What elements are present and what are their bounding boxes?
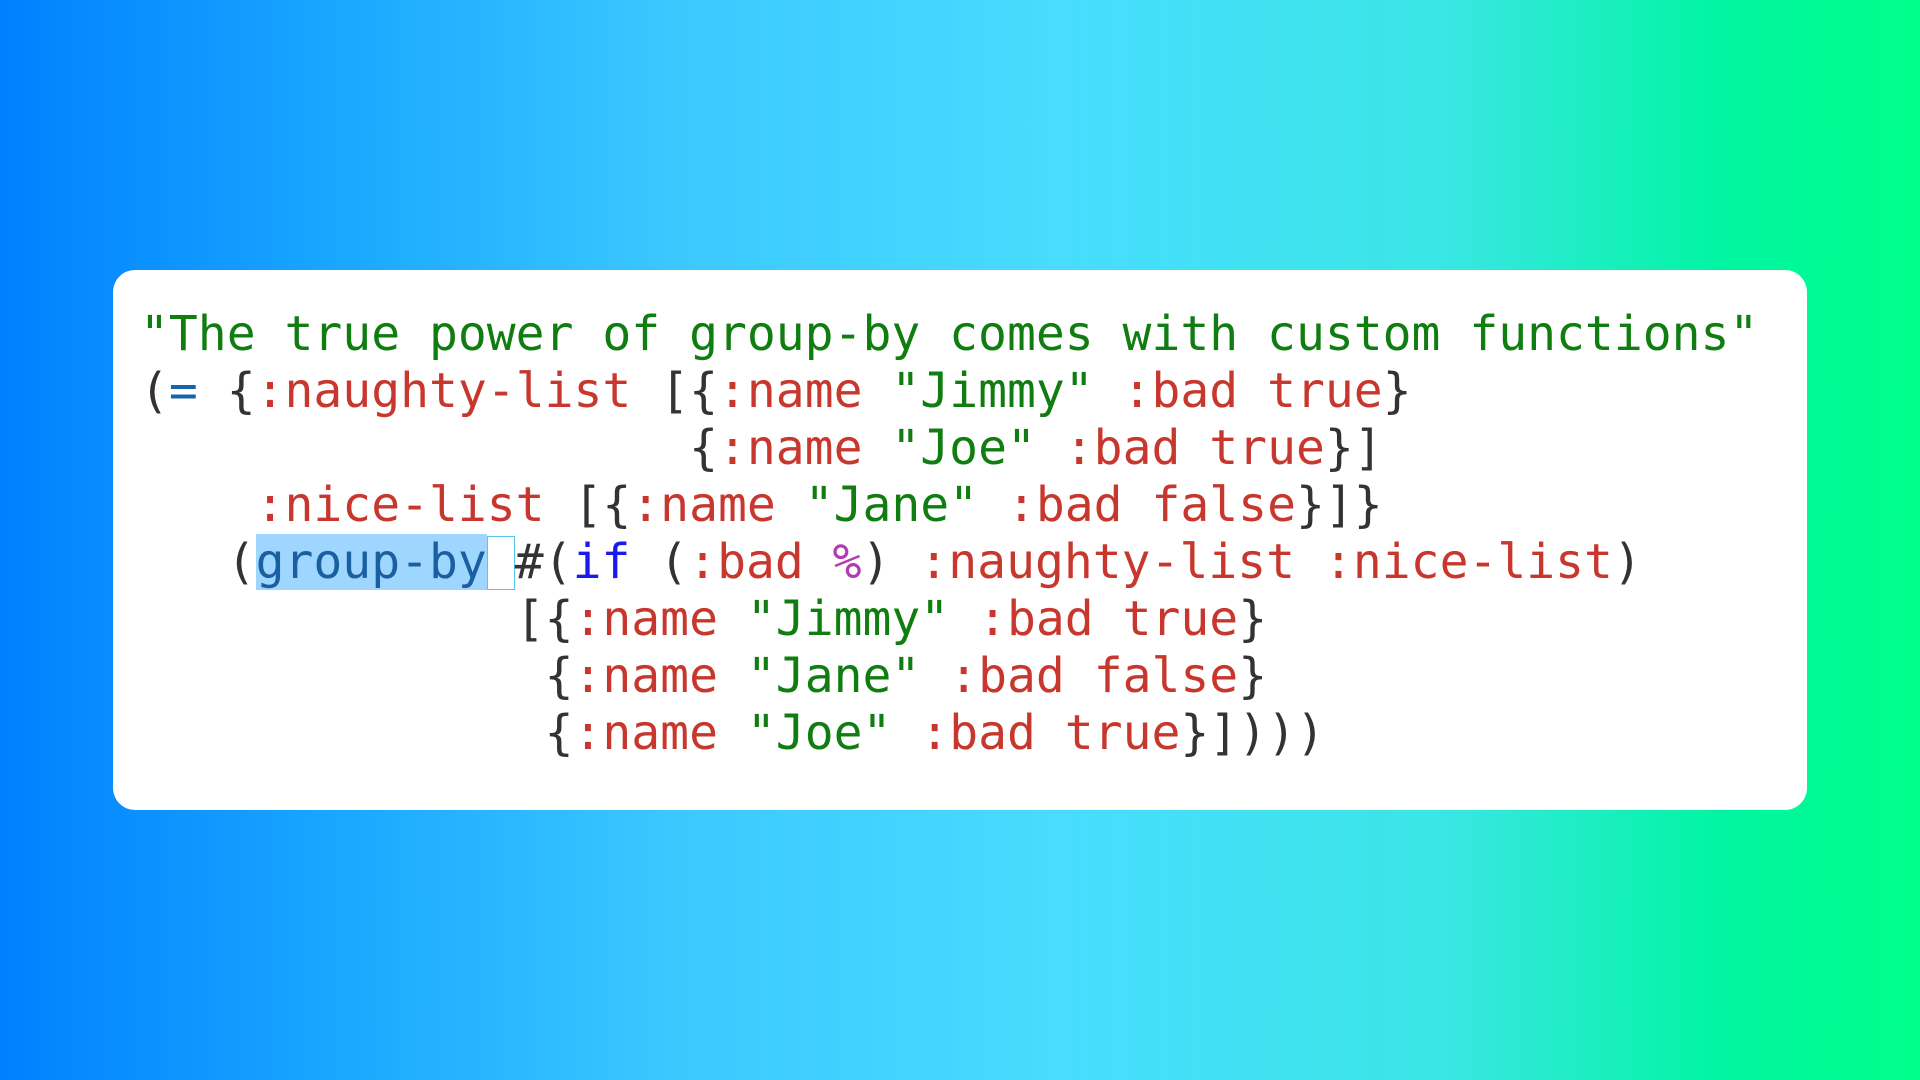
code-token: true — [1209, 420, 1325, 476]
code-line: [{:name "Jimmy" :bad true} — [140, 591, 1807, 648]
code-token: :name — [718, 363, 863, 419]
code-token: }]} — [1295, 477, 1383, 533]
code-line: (group-by #(if (:bad %) :naughty-list :ni… — [140, 534, 1807, 591]
code-token: :name — [631, 477, 776, 533]
code-token: [{ — [544, 477, 632, 533]
code-token: :name — [573, 705, 718, 761]
code-token: } — [1238, 648, 1268, 704]
code-token: "Jimmy" — [891, 363, 1094, 419]
code-token: ( — [140, 534, 256, 590]
code-token: :bad — [688, 534, 804, 590]
code-token: :name — [573, 648, 718, 704]
code-token: :nice-list — [1323, 534, 1613, 590]
code-token: { — [140, 420, 718, 476]
code-token: :bad — [978, 591, 1094, 647]
code-line: {:name "Joe" :bad true}] — [140, 420, 1807, 477]
code-editor[interactable]: "The true power of group-by comes with c… — [140, 306, 1807, 762]
code-token: true — [1267, 363, 1383, 419]
code-token: :name — [573, 591, 718, 647]
code-token: "Joe" — [891, 420, 1036, 476]
code-token: :naughty-list — [255, 363, 632, 419]
code-token: { — [140, 705, 574, 761]
code-token: "Jane" — [804, 477, 979, 533]
code-line: {:name "Joe" :bad true}]))) — [140, 705, 1807, 762]
code-token: ) — [861, 534, 920, 590]
code-token: :bad — [1122, 363, 1239, 419]
selected-text[interactable]: group-by — [255, 534, 487, 590]
code-token: "The true power of group-by comes with c… — [140, 306, 1759, 362]
code-token: [{ — [631, 363, 718, 419]
code-token: false — [1151, 477, 1296, 533]
code-token: { — [197, 363, 256, 419]
code-token: :naughty-list — [919, 534, 1296, 590]
code-token: "Jimmy" — [746, 591, 950, 647]
code-token: :nice-list — [255, 477, 545, 533]
code-token: "Joe" — [746, 705, 892, 761]
code-token: if — [572, 534, 631, 590]
code-token: #( — [514, 534, 573, 590]
code-line: :nice-list [{:name "Jane" :bad false}]} — [140, 477, 1807, 534]
code-token: :name — [717, 420, 863, 476]
code-token: [{ — [140, 591, 574, 647]
code-token: true — [1122, 591, 1239, 647]
code-line: {:name "Jane" :bad false} — [140, 648, 1807, 705]
code-token: true — [1064, 705, 1181, 761]
code-token: "Jane" — [746, 648, 921, 704]
code-token: % — [832, 534, 862, 590]
text-cursor — [486, 536, 515, 590]
code-token: :bad — [1064, 420, 1181, 476]
code-token: false — [1093, 648, 1239, 704]
code-token: } — [1382, 363, 1412, 419]
code-line: "The true power of group-by comes with c… — [140, 306, 1807, 363]
code-token: :bad — [1006, 477, 1123, 533]
code-token: } — [1238, 591, 1268, 647]
code-token: ( — [630, 534, 689, 590]
code-token: ) — [1612, 534, 1642, 590]
code-token: { — [140, 648, 574, 704]
code-token: }]))) — [1180, 705, 1325, 761]
code-token: }] — [1324, 420, 1383, 476]
code-token: ( — [140, 363, 169, 419]
code-token: :bad — [949, 648, 1065, 704]
code-line: (= {:naughty-list [{:name "Jimmy" :bad t… — [140, 363, 1807, 420]
code-token: = — [168, 363, 198, 419]
code-card: "The true power of group-by comes with c… — [113, 270, 1807, 810]
code-token: :bad — [920, 705, 1036, 761]
